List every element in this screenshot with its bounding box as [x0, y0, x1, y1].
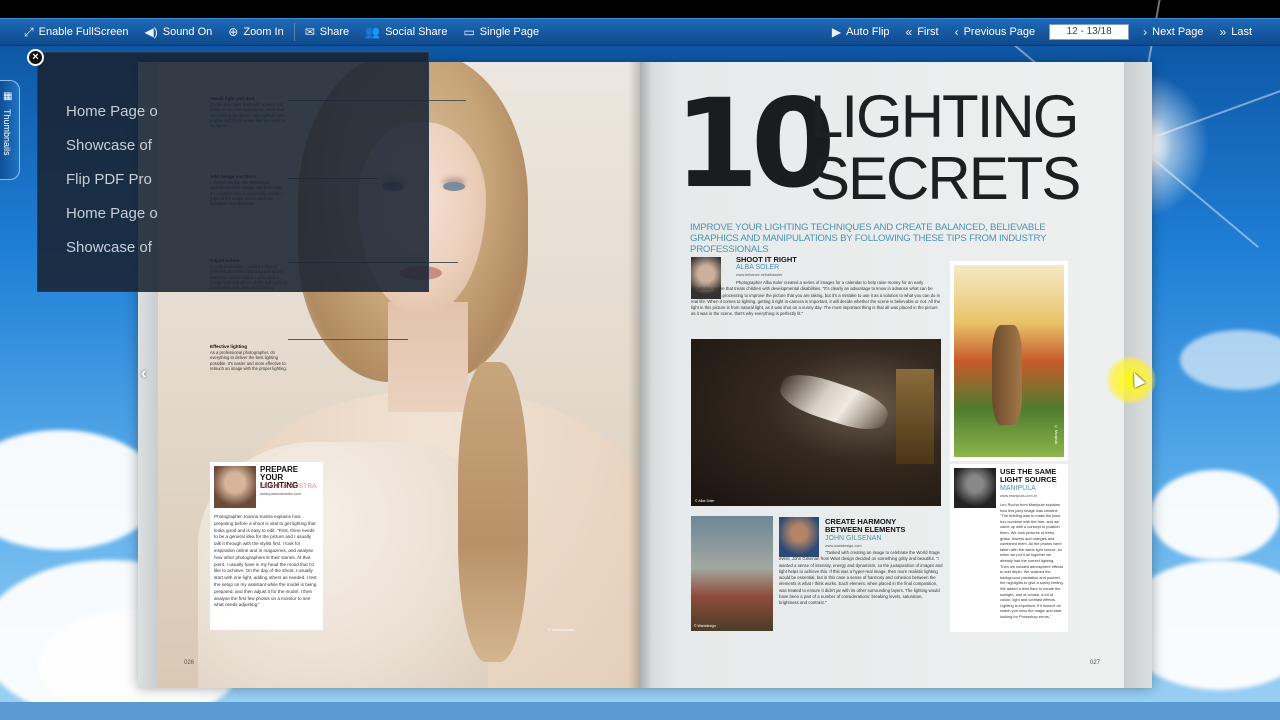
- shoot-title: SHOOT IT RIGHT: [736, 255, 797, 264]
- tree-photo-inner: © Manipula: [954, 265, 1064, 457]
- page-number-right: 027: [1089, 660, 1100, 666]
- chevron-left-icon: ‹: [954, 25, 959, 39]
- social-share-button[interactable]: 👥 Social Share: [357, 19, 455, 45]
- thumbnails-tab[interactable]: ▦ Thumbnails: [0, 80, 20, 180]
- article-intro: IMPROVE YOUR LIGHTING TECHNIQUES AND CRE…: [690, 222, 1047, 255]
- leo-rocha-portrait: [954, 468, 996, 508]
- profile-name: JOANNA KUSTRA: [260, 483, 317, 490]
- enable-fullscreen-label: Enable FullScreen: [38, 26, 129, 38]
- right-page[interactable]: 10 LIGHTING SECRETS IMPROVE YOUR LIGHTIN…: [640, 62, 1124, 688]
- photo-window: [896, 369, 934, 464]
- enable-fullscreen-button[interactable]: ⤢ Enable FullScreen: [0, 19, 137, 45]
- people-icon: 👥: [365, 25, 381, 39]
- floating-woman-photo: © Alba Soler: [691, 339, 941, 506]
- annotation-line: [288, 339, 408, 340]
- model-eye: [443, 182, 465, 191]
- previous-page-label: Previous Page: [963, 26, 1036, 38]
- page-icon: ▭: [463, 25, 475, 39]
- harmony-title: CREATE HARMONY BETWEEN ELEMENTS: [825, 517, 906, 534]
- single-page-button[interactable]: ▭ Single Page: [455, 19, 547, 45]
- share-button[interactable]: ✉ Share: [297, 19, 357, 45]
- book-spine: [628, 62, 652, 688]
- play-icon: ▶: [831, 25, 842, 39]
- page-number-input[interactable]: 12 - 13/18: [1049, 24, 1130, 40]
- next-page-label: Next Page: [1152, 26, 1204, 38]
- last-label: Last: [1231, 26, 1252, 38]
- auto-flip-label: Auto Flip: [846, 26, 890, 38]
- zoom-in-button[interactable]: ⊕ Zoom In: [220, 19, 291, 45]
- fullscreen-icon: ⤢: [24, 25, 34, 39]
- profile-body: Photographer Joanna Kustra explains how …: [214, 514, 317, 608]
- model-braid: [458, 362, 528, 662]
- annotation: Effective lighting As a professional pho…: [210, 344, 288, 371]
- book-list-dropdown: Home Page o Showcase of Flip PDF Pro Hom…: [37, 52, 429, 292]
- sound-button[interactable]: ◀) Sound On: [137, 19, 221, 45]
- headline-secrets: SECRETS: [810, 145, 1081, 212]
- photo-credit: © Joanna Kustra: [548, 628, 575, 632]
- prepare-lighting-box: PREPARE YOUR LIGHTING JOANNA KUSTRA www.…: [210, 462, 323, 630]
- tree-trunk: [992, 325, 1022, 425]
- model-neck: [388, 302, 468, 412]
- source-body: Leo Rocha from Manipula explains how thi…: [1000, 502, 1064, 619]
- light-source-box: USE THE SAME LIGHT SOURCE MANIPULA www.m…: [950, 464, 1068, 632]
- auto-flip-button[interactable]: ▶ Auto Flip: [824, 19, 898, 45]
- thumbnails-label: Thumbnails: [2, 109, 12, 156]
- cloud: [0, 430, 160, 550]
- source-title: USE THE SAME LIGHT SOURCE: [1000, 467, 1057, 484]
- previous-page-arrow-icon[interactable]: ‹: [141, 365, 146, 383]
- photo-credit: © Wantdesign: [694, 624, 716, 628]
- profile-url: www.joannakustra.com: [260, 491, 302, 496]
- first-page-button[interactable]: « First: [898, 19, 947, 45]
- annotation-body: As a professional photographer, do every…: [210, 350, 287, 371]
- dropdown-item[interactable]: Showcase of: [66, 137, 152, 154]
- shoot-url: www.behance.net/albasoler: [736, 273, 783, 277]
- toolbar-separator: [293, 23, 295, 41]
- shoot-body: Photographer Alba Soler created a series…: [691, 280, 941, 317]
- source-url: www.manipula.com.br: [1000, 494, 1038, 498]
- chevron-right-icon: ›: [1143, 25, 1148, 39]
- previous-page-button[interactable]: ‹ Previous Page: [947, 19, 1044, 45]
- harmony-name: JOHN GILSENAN: [825, 535, 882, 542]
- dropdown-item[interactable]: Showcase of: [66, 239, 152, 256]
- single-page-label: Single Page: [479, 26, 540, 38]
- last-page-button[interactable]: » Last: [1212, 19, 1280, 45]
- photo-credit: © Alba Soler: [695, 499, 715, 503]
- headline-number: 10: [674, 73, 836, 215]
- cloud: [1180, 330, 1280, 390]
- photo-credit: © Manipula: [1054, 425, 1058, 445]
- shoot-name: ALBA SOLER: [736, 264, 780, 271]
- grid-icon: ▦: [3, 91, 13, 102]
- zoom-in-label: Zoom In: [243, 26, 284, 38]
- dropdown-item[interactable]: Flip PDF Pro: [66, 171, 152, 188]
- top-black-strip: [0, 0, 1280, 18]
- speaker-icon: ◀): [144, 25, 158, 39]
- close-icon[interactable]: ×: [27, 49, 44, 66]
- social-share-label: Social Share: [385, 26, 448, 38]
- joanna-kustra-portrait: [214, 466, 256, 508]
- harmony-url: www.wantdesign.com: [825, 544, 862, 548]
- harmony-body: "Tasked with creating an image to celebr…: [779, 550, 943, 606]
- world-stage-photo: © Wantdesign: [691, 516, 773, 631]
- share-label: Share: [319, 26, 350, 38]
- zoom-icon: ⊕: [228, 25, 239, 39]
- flip-toolbar: ⤢ Enable FullScreen ◀) Sound On ⊕ Zoom I…: [0, 18, 1280, 46]
- dropdown-item[interactable]: Home Page o: [66, 205, 158, 222]
- photo-figure: [775, 366, 893, 438]
- source-name: MANIPULA: [1000, 485, 1036, 492]
- page-number-left: 026: [184, 660, 195, 666]
- juice-tree-photo: © Manipula: [950, 261, 1068, 461]
- headline-lighting: LIGHTING: [810, 83, 1079, 150]
- first-label: First: [917, 26, 939, 38]
- cloud: [1150, 470, 1280, 560]
- annotation-title: Effective lighting: [210, 344, 248, 349]
- next-page-button[interactable]: › Next Page: [1135, 19, 1211, 45]
- dropdown-item[interactable]: Home Page o: [66, 103, 158, 120]
- double-chevron-left-icon: «: [905, 25, 913, 39]
- toolbar-right-group: ▶ Auto Flip « First ‹ Previous Page 12 -…: [824, 19, 1280, 45]
- bottom-strip: [0, 702, 1280, 720]
- double-chevron-right-icon: »: [1219, 25, 1227, 39]
- sound-label: Sound On: [162, 26, 213, 38]
- envelope-icon: ✉: [304, 25, 315, 39]
